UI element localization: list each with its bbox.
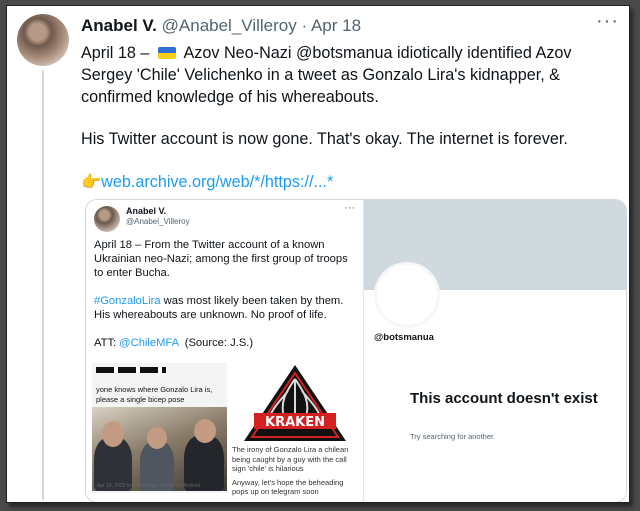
embedded-paragraph-1: April 18 – From the Twitter account of a… xyxy=(94,239,348,279)
account-missing-subtitle: Try searching for another. xyxy=(410,432,496,441)
embedded-author-handle: @Anabel_Villeroy xyxy=(126,217,190,226)
tweet-paragraph-2: His Twitter account is now gone. That's … xyxy=(81,130,568,148)
embedded-image1-footer: · Apr 18, 2022 from Ukraine · Twitter fo… xyxy=(94,483,201,489)
tweet-line1-start: April 18 – xyxy=(81,44,154,62)
tweet-date[interactable]: Apr 18 xyxy=(311,16,361,35)
embedded-image2-caption2: Anyway, let's hope the beheading pops up… xyxy=(232,477,344,497)
tweet-media-image[interactable]: Anabel V. @Anabel_Villeroy ··· April 18 … xyxy=(85,199,627,502)
author-avatar[interactable] xyxy=(17,14,69,66)
embedded-tweet-screenshot: Anabel V. @Anabel_Villeroy ··· April 18 … xyxy=(86,200,364,502)
person-face xyxy=(102,421,124,447)
embedded-hashtag: #GonzaloLira xyxy=(94,295,161,307)
account-missing-title: This account doesn't exist xyxy=(410,390,598,407)
embedded-image2-caption1: The irony of Gonzalo Lira a chilean bein… xyxy=(232,445,349,473)
embedded-paragraph-2: #GonzaloLira was most likely been taken … xyxy=(94,294,356,322)
thread-line xyxy=(42,70,44,500)
group-photo xyxy=(92,407,227,491)
embedded-source: (Source: J.S.) xyxy=(178,337,254,349)
separator-dot: · xyxy=(301,16,308,35)
deleted-profile-screenshot: @botsmanua This account doesn't exist Tr… xyxy=(364,200,626,502)
tweet-paragraph-3: 👉web.archive.org/web/*/https://...* xyxy=(81,171,625,193)
redaction-bars xyxy=(96,367,166,373)
embedded-paragraph-3: ATT: @ChileMFA (Source: J.S.) xyxy=(94,336,356,350)
kraken-logo: KRAKEN xyxy=(244,365,346,441)
deleted-profile-handle: @botsmanua xyxy=(374,332,434,343)
person-face xyxy=(147,427,167,449)
screenshot-frame: Anabel V. @Anabel_Villeroy · Apr 18 ··· … xyxy=(6,5,630,503)
tweet-text: April 18 – Azov Neo-Nazi @botsmanua idio… xyxy=(81,42,625,193)
embedded-avatar xyxy=(94,206,120,232)
embedded-author-name: Anabel V. xyxy=(126,206,167,216)
more-horizontal-icon[interactable]: ··· xyxy=(596,10,619,33)
embedded-att-prefix: ATT: xyxy=(94,337,120,349)
kraken-label: KRAKEN xyxy=(265,415,325,430)
embedded-image1-caption: yone knows where Gonzalo Lira is, please… xyxy=(96,385,213,404)
profile-avatar-placeholder xyxy=(374,262,440,328)
embedded-image-kraken: KRAKEN The irony of Gonzalo Lira a chile… xyxy=(232,363,360,496)
embedded-more-icon: ··· xyxy=(344,202,355,214)
author-handle[interactable]: @Anabel_Villeroy xyxy=(162,16,297,35)
archive-link[interactable]: web.archive.org/web/*/https://...* xyxy=(101,173,333,191)
pointing-hand-icon: 👉 xyxy=(81,173,102,191)
person-face xyxy=(194,419,216,443)
embedded-image2-captions: The irony of Gonzalo Lira a chilean bein… xyxy=(232,445,360,497)
tweet-paragraph-1: April 18 – Azov Neo-Nazi @botsmanua idio… xyxy=(81,42,625,108)
embedded-image-group-photo: yone knows where Gonzalo Lira is, please… xyxy=(92,363,227,493)
embedded-tweet-text: April 18 – From the Twitter account of a… xyxy=(94,238,356,350)
author-name[interactable]: Anabel V. xyxy=(81,16,157,35)
ukraine-flag-icon xyxy=(157,47,176,59)
tweet-header: Anabel V. @Anabel_Villeroy · Apr 18 xyxy=(81,16,361,36)
embedded-mention: @ChileMFA xyxy=(119,337,179,349)
tweet-line1-rest: Azov Neo-Nazi @botsmanua idiotically ide… xyxy=(81,44,572,106)
